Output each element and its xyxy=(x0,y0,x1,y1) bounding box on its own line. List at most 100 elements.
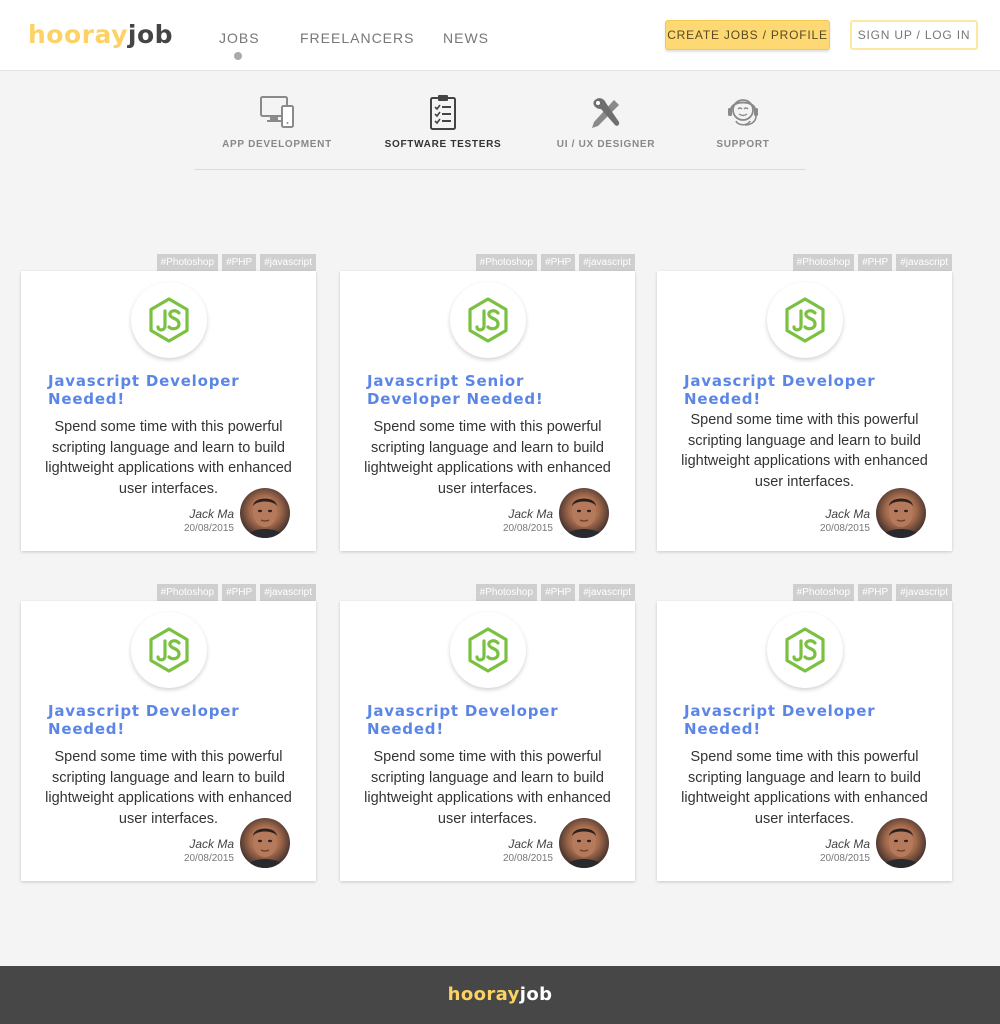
header: hoorayjob JOBS FREELANCERS NEWS CREATE J… xyxy=(0,0,1000,71)
category-bar: APP DEVELOPMENT SOFTWARE TESTERS UI / UX… xyxy=(194,88,806,170)
category-support[interactable]: SUPPORT xyxy=(668,88,818,160)
skill-tag[interactable]: #javascript xyxy=(896,254,952,271)
category-label: SOFTWARE TESTERS xyxy=(384,139,502,150)
author-avatar[interactable] xyxy=(559,488,609,538)
tag-list: #Photoshop #PHP #javascript xyxy=(792,584,952,601)
skill-tag[interactable]: #Photoshop xyxy=(475,584,538,601)
author-name: Jack Ma xyxy=(508,507,553,521)
footer: hoorayjob xyxy=(0,966,1000,1024)
avatar-face-icon xyxy=(882,827,920,868)
footer-logo-part2: job xyxy=(519,984,553,1005)
logo-part1: hooray xyxy=(28,20,128,49)
author-avatar[interactable] xyxy=(240,818,290,868)
post-date: 20/08/2015 xyxy=(502,523,553,534)
job-title[interactable]: Javascript Developer Needed! xyxy=(684,372,934,408)
job-card[interactable]: #Photoshop #PHP #javascript Javascript Deve… xyxy=(657,584,952,881)
tag-list: #Photoshop #PHP #javascript xyxy=(156,254,316,271)
job-card[interactable]: #Photoshop #PHP #javascript Javascript Deve… xyxy=(340,584,635,881)
post-date: 20/08/2015 xyxy=(819,853,870,864)
job-card-body: Javascript Developer Needed! Spend some t… xyxy=(21,271,316,551)
skill-tag[interactable]: #javascript xyxy=(260,254,316,271)
job-description: Spend some time with this powerful scrip… xyxy=(364,419,611,497)
skill-tag[interactable]: #PHP xyxy=(222,254,257,271)
author-name: Jack Ma xyxy=(508,837,553,851)
job-card-body: Javascript Developer Needed! Spend some t… xyxy=(657,271,952,551)
job-title[interactable]: Javascript Developer Needed! xyxy=(48,702,298,738)
skill-tag[interactable]: #Photoshop xyxy=(792,254,855,271)
category-software-testers[interactable]: SOFTWARE TESTERS xyxy=(368,88,518,160)
skill-tag[interactable]: #Photoshop xyxy=(156,254,219,271)
job-description: Spend some time with this powerful scrip… xyxy=(45,419,292,497)
nav-freelancers[interactable]: FREELANCERS xyxy=(300,30,414,46)
skill-tag[interactable]: #PHP xyxy=(541,254,576,271)
signup-login-button[interactable]: SIGN UP / LOG IN xyxy=(850,20,978,50)
category-ui-ux-designer[interactable]: UI / UX DESIGNER xyxy=(531,88,681,160)
skill-tag[interactable]: #javascript xyxy=(579,584,635,601)
footer-logo[interactable]: hoorayjob xyxy=(0,984,1000,1005)
job-card-body: Javascript Developer Needed! Spend some t… xyxy=(657,601,952,881)
avatar-face-icon xyxy=(565,827,603,868)
nav-news[interactable]: NEWS xyxy=(443,30,489,46)
logo[interactable]: hoorayjob xyxy=(28,20,173,49)
job-title[interactable]: Javascript Developer Needed! xyxy=(48,372,298,408)
job-description: Spend some time with this powerful scrip… xyxy=(681,412,928,490)
skill-tag[interactable]: #PHP xyxy=(858,584,893,601)
skill-tag[interactable]: #PHP xyxy=(858,254,893,271)
skill-tag[interactable]: #PHP xyxy=(222,584,257,601)
job-logo xyxy=(450,612,526,688)
job-title[interactable]: Javascript Developer Needed! xyxy=(684,702,934,738)
skill-tag[interactable]: #javascript xyxy=(579,254,635,271)
skill-tag[interactable]: #javascript xyxy=(260,584,316,601)
skill-tag[interactable]: #Photoshop xyxy=(156,584,219,601)
avatar-face-icon xyxy=(246,497,284,538)
nodejs-icon xyxy=(785,627,825,673)
post-date: 20/08/2015 xyxy=(183,853,234,864)
job-card-body: Javascript Developer Needed! Spend some t… xyxy=(340,601,635,881)
footer-logo-part1: hooray xyxy=(447,984,520,1005)
job-logo xyxy=(767,282,843,358)
author-name: Jack Ma xyxy=(189,837,234,851)
tag-list: #Photoshop #PHP #javascript xyxy=(475,584,635,601)
job-logo xyxy=(131,282,207,358)
job-title[interactable]: Javascript Senior Developer Needed! xyxy=(367,372,617,408)
author-avatar[interactable] xyxy=(876,818,926,868)
devices-icon xyxy=(260,96,294,128)
nodejs-icon xyxy=(468,297,508,343)
skill-tag[interactable]: #Photoshop xyxy=(475,254,538,271)
job-logo xyxy=(131,612,207,688)
create-jobs-profile-button[interactable]: CREATE JOBS / PROFILE xyxy=(665,20,830,50)
job-card[interactable]: #Photoshop #PHP #javascript Javascript Deve… xyxy=(21,254,316,551)
category-app-development[interactable]: APP DEVELOPMENT xyxy=(202,88,352,160)
job-card[interactable]: #Photoshop #PHP #javascript Javascript Deve… xyxy=(657,254,952,551)
job-description: Spend some time with this powerful scrip… xyxy=(45,749,292,827)
skill-tag[interactable]: #Photoshop xyxy=(792,584,855,601)
nodejs-icon xyxy=(785,297,825,343)
job-logo xyxy=(450,282,526,358)
job-logo xyxy=(767,612,843,688)
job-description: Spend some time with this powerful scrip… xyxy=(364,749,611,827)
tag-list: #Photoshop #PHP #javascript xyxy=(156,584,316,601)
job-title[interactable]: Javascript Developer Needed! xyxy=(367,702,617,738)
post-date: 20/08/2015 xyxy=(502,853,553,864)
pencil-brush-icon xyxy=(592,98,620,128)
job-card-body: Javascript Developer Needed! Spend some t… xyxy=(21,601,316,881)
tag-list: #Photoshop #PHP #javascript xyxy=(792,254,952,271)
avatar-face-icon xyxy=(565,497,603,538)
author-name: Jack Ma xyxy=(825,837,870,851)
category-label: APP DEVELOPMENT xyxy=(222,139,332,150)
skill-tag[interactable]: #javascript xyxy=(896,584,952,601)
nav-jobs[interactable]: JOBS xyxy=(219,30,260,46)
skill-tag[interactable]: #PHP xyxy=(541,584,576,601)
category-label: UI / UX DESIGNER xyxy=(556,139,656,150)
author-avatar[interactable] xyxy=(240,488,290,538)
avatar-face-icon xyxy=(246,827,284,868)
tag-list: #Photoshop #PHP #javascript xyxy=(475,254,635,271)
author-avatar[interactable] xyxy=(876,488,926,538)
nodejs-icon xyxy=(149,297,189,343)
job-card[interactable]: #Photoshop #PHP #javascript Javascript Deve… xyxy=(21,584,316,881)
author-name: Jack Ma xyxy=(189,507,234,521)
author-name: Jack Ma xyxy=(825,507,870,521)
post-date: 20/08/2015 xyxy=(819,523,870,534)
author-avatar[interactable] xyxy=(559,818,609,868)
job-card[interactable]: #Photoshop #PHP #javascript Javascript Seni… xyxy=(340,254,635,551)
